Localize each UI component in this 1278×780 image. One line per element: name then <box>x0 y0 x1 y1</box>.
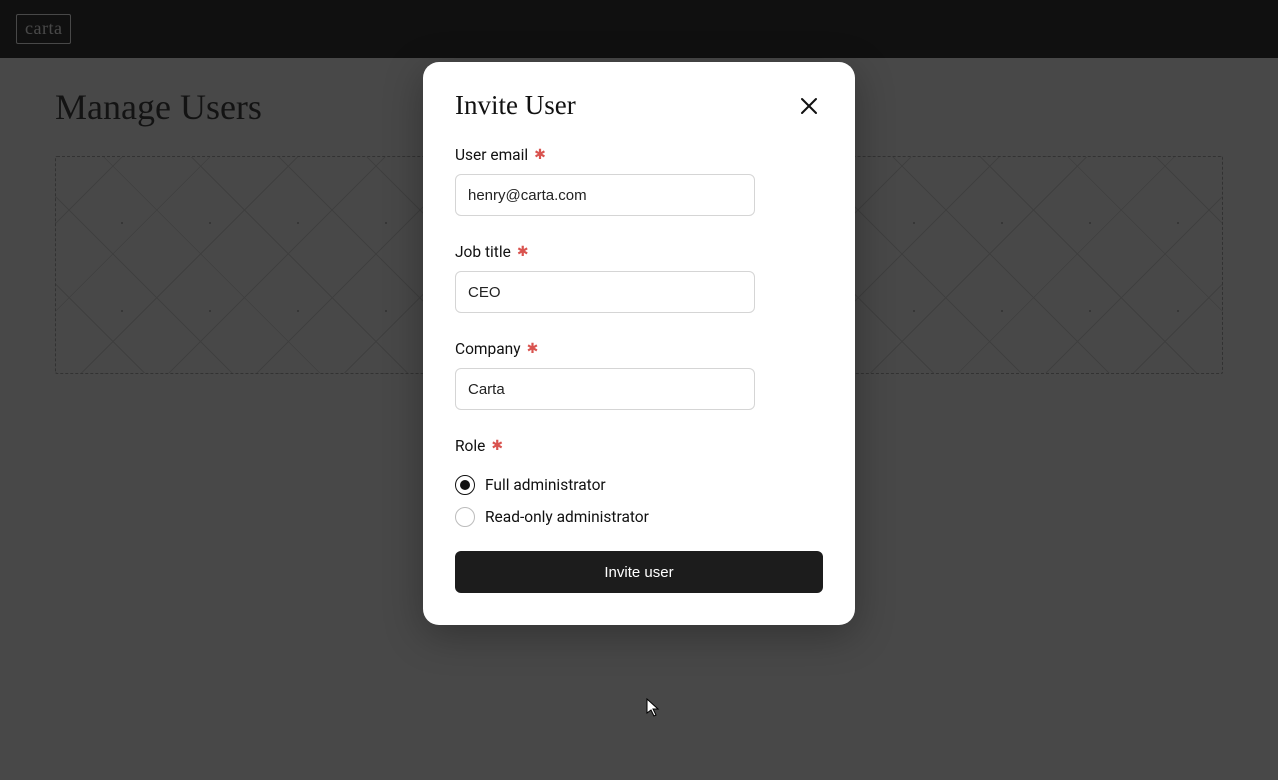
radio-icon <box>455 475 475 495</box>
label-email: User email ✱ <box>455 146 546 164</box>
required-marker: ✱ <box>517 244 529 260</box>
required-marker: ✱ <box>534 147 546 163</box>
job-title-input[interactable] <box>455 271 755 313</box>
label-job-title-text: Job title <box>455 243 511 261</box>
label-role: Role ✱ <box>455 437 503 455</box>
label-role-text: Role <box>455 437 485 455</box>
required-marker: ✱ <box>491 438 503 454</box>
close-button[interactable] <box>795 92 823 120</box>
radio-readonly-admin-label: Read-only administrator <box>485 508 649 526</box>
radio-full-admin-label: Full administrator <box>485 476 606 494</box>
label-email-text: User email <box>455 146 528 164</box>
radio-icon <box>455 507 475 527</box>
label-company: Company ✱ <box>455 340 538 358</box>
invite-user-modal: Invite User User email ✱ Job title ✱ <box>423 62 855 625</box>
field-email: User email ✱ <box>455 145 823 216</box>
company-input[interactable] <box>455 368 755 410</box>
field-job-title: Job title ✱ <box>455 242 823 313</box>
required-marker: ✱ <box>527 341 539 357</box>
close-icon <box>799 96 819 116</box>
label-company-text: Company <box>455 340 521 358</box>
radio-full-admin[interactable]: Full administrator <box>455 475 823 495</box>
modal-title: Invite User <box>455 90 576 121</box>
radio-readonly-admin[interactable]: Read-only administrator <box>455 507 823 527</box>
modal-header: Invite User <box>455 90 823 121</box>
email-input[interactable] <box>455 174 755 216</box>
modal-overlay[interactable]: Invite User User email ✱ Job title ✱ <box>0 0 1278 780</box>
label-job-title: Job title ✱ <box>455 243 529 261</box>
field-role: Role ✱ Full administrator Read-only admi… <box>455 436 823 527</box>
field-company: Company ✱ <box>455 339 823 410</box>
role-radio-group: Full administrator Read-only administrat… <box>455 475 823 527</box>
invite-user-button[interactable]: Invite user <box>455 551 823 593</box>
